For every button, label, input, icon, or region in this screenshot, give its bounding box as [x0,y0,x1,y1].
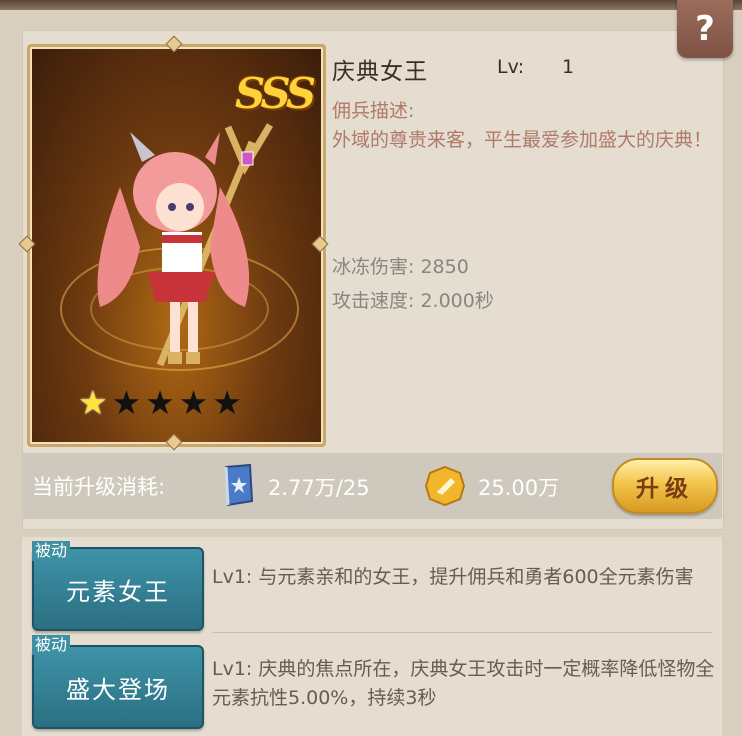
stat-freeze-damage: 冰冻伤害: 2850 [332,256,469,278]
level-label: Lv: [497,56,525,78]
star-empty-icon: ★ [178,383,209,422]
hero-name: 庆典女王 [332,59,428,85]
star-empty-icon: ★ [212,383,242,422]
top-frame [0,0,742,10]
upgrade-button[interactable]: 升级 [612,458,718,514]
gold-coin-icon [424,465,466,507]
star-empty-icon: ★ [111,383,142,422]
help-button[interactable]: ? [677,0,733,58]
hero-card: SSS ★ ★ ★ ★ ★ [27,44,326,447]
skill-button-grand-entrance[interactable]: 盛大登场 [32,645,204,729]
star-rating: ★ ★ ★ ★ ★ [78,385,242,421]
book-cost: 2.77万/25 [268,476,370,500]
gold-cost: 25.00万 [478,476,560,500]
skill-book-icon [224,463,254,507]
skill-description: Lv1: 与元素亲和的女王，提升佣兵和勇者600全元素伤害 [212,566,694,588]
skill-description: Lv1: 庆典的焦点所在，庆典女王攻击时一定概率降低怪物全元素抗性5.00%，持… [212,658,715,709]
stat-attack-speed: 攻击速度: 2.000秒 [332,290,494,312]
skill-tag-passive: 被动 [32,635,71,655]
star-filled-icon: ★ [78,383,108,422]
help-icon: ? [695,9,715,49]
description-title: 佣兵描述: [332,100,415,122]
level-value: 1 [562,56,575,78]
description-text: 外域的尊贵来客，平生最爱参加盛大的庆典！ [332,129,713,151]
skill-tag-passive: 被动 [32,541,71,561]
upgrade-cost-bar: 当前升级消耗: 2.77万/25 25.00万 升级 [22,453,722,519]
skill-list: 元素女王 被动 Lv1: 与元素亲和的女王，提升佣兵和勇者600全元素伤害 盛大… [22,537,722,736]
star-empty-icon: ★ [145,383,175,422]
divider [212,632,712,633]
cost-label: 当前升级消耗: [32,475,166,499]
